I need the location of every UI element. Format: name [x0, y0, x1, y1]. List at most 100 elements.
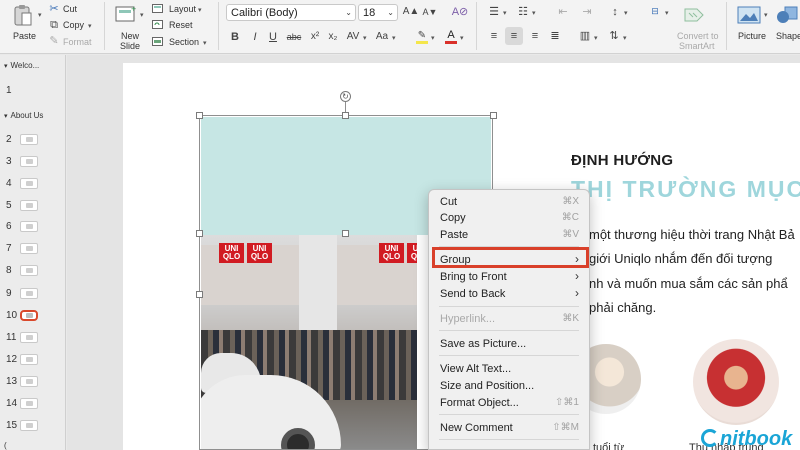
shapes-button[interactable]: Shapes: [776, 30, 800, 42]
copy-icon[interactable]: ⧉: [48, 19, 60, 31]
align-center-icon[interactable]: ≡: [505, 27, 523, 45]
font-size-select[interactable]: 18 ⌄: [358, 4, 398, 21]
scissors-icon[interactable]: ✂: [48, 3, 60, 15]
section-header-about-us[interactable]: ▾ About Us: [4, 111, 43, 120]
layout-icon[interactable]: [151, 3, 163, 13]
body-text-line[interactable]: phải chăng.: [589, 300, 656, 316]
slide-thumbnail[interactable]: 5: [0, 197, 66, 217]
bold-button[interactable]: B: [229, 31, 241, 43]
menu-item-paste[interactable]: Paste ⌘V: [429, 227, 589, 243]
menu-item-group[interactable]: Group ›: [429, 252, 589, 268]
columns-dropdown-icon[interactable]: ▾: [594, 33, 598, 45]
menu-item-copy[interactable]: Copy ⌘C: [429, 210, 589, 226]
decrease-indent-icon[interactable]: ⇤: [556, 5, 570, 19]
font-color-dropdown-icon[interactable]: ▾: [460, 33, 464, 45]
grow-font-icon[interactable]: A▲: [403, 6, 420, 18]
paste-icon[interactable]: [10, 3, 36, 29]
font-name-select[interactable]: Calibri (Body) ⌄: [226, 4, 356, 21]
slide-subheading[interactable]: THỊ TRƯỜNG MỤC TI: [571, 176, 800, 203]
highlight-dropdown-icon[interactable]: ▾: [431, 33, 435, 45]
picture-icon[interactable]: [736, 5, 762, 25]
text-direction-dropdown-icon[interactable]: ▾: [623, 33, 627, 45]
bullets-dropdown-icon[interactable]: ▾: [503, 8, 507, 20]
convert-smartart-line2[interactable]: SmartArt: [679, 40, 715, 52]
slide-thumbnail[interactable]: 8: [0, 262, 66, 282]
body-text-line[interactable]: một thương hiệu thời trang Nhật Bả: [589, 227, 795, 243]
align-right-icon[interactable]: ≡: [528, 29, 542, 43]
slide-thumbnail[interactable]: 2: [0, 131, 66, 151]
body-text-line[interactable]: giới Uniqlo nhắm đến đối tượng: [589, 251, 772, 267]
text-box-icon[interactable]: ⊟: [647, 5, 663, 17]
layout-dropdown-icon[interactable]: ▾: [198, 5, 202, 17]
resize-handle[interactable]: [196, 112, 203, 119]
slide-thumbnail[interactable]: 9: [0, 285, 66, 305]
change-case-button[interactable]: Aa: [374, 31, 390, 43]
slide-thumbnail[interactable]: 4: [0, 175, 66, 195]
slide-thumbnail[interactable]: 13: [0, 373, 66, 393]
store-photo[interactable]: UNI QLO UNI QLO UNI QLO UNI QLO: [201, 235, 417, 450]
resize-handle[interactable]: [342, 230, 349, 237]
resize-handle[interactable]: [196, 291, 203, 298]
menu-item-hyperlink[interactable]: Hyperlink... ⌘K: [429, 311, 589, 327]
menu-item-format-object[interactable]: Format Object... ⇧⌘1: [429, 395, 589, 411]
underline-button[interactable]: U: [268, 31, 278, 43]
char-spacing-dropdown-icon[interactable]: ▾: [363, 33, 367, 45]
copy-dropdown-icon[interactable]: ▾: [88, 21, 92, 33]
paste-dropdown-icon[interactable]: ▾: [38, 10, 42, 22]
copy-button[interactable]: Copy: [63, 19, 84, 31]
change-case-dropdown-icon[interactable]: ▾: [392, 33, 396, 45]
strikethrough-button[interactable]: abc: [285, 31, 303, 43]
menu-item-cut[interactable]: Cut ⌘X: [429, 194, 589, 210]
menu-item-save-as-picture[interactable]: Save as Picture...: [429, 336, 589, 352]
layout-button[interactable]: Layout: [169, 3, 196, 15]
slide-thumbnail[interactable]: 14: [0, 395, 66, 415]
text-box-dropdown-icon[interactable]: ▾: [665, 8, 669, 20]
resize-handle[interactable]: [342, 112, 349, 119]
section-dropdown-icon[interactable]: ▾: [203, 38, 207, 50]
menu-item-send-to-back[interactable]: Send to Back ›: [429, 286, 589, 302]
text-direction-icon[interactable]: ⇅: [607, 29, 621, 43]
shrink-font-icon[interactable]: A▼: [422, 6, 438, 18]
bullets-icon[interactable]: ☰: [486, 5, 502, 19]
body-text-line[interactable]: nh và muốn mua sắm các sản phẩ: [589, 276, 788, 292]
smartart-icon[interactable]: [682, 4, 706, 26]
slide-thumbnail[interactable]: 7: [0, 240, 66, 260]
resize-handle[interactable]: [196, 230, 203, 237]
slide-thumbnail-selected[interactable]: 10: [0, 307, 66, 327]
superscript-button[interactable]: x²: [309, 31, 321, 43]
highlight-pen-icon[interactable]: ✎: [415, 29, 429, 45]
character-spacing-button[interactable]: AV: [345, 31, 361, 43]
reset-button[interactable]: Reset: [169, 19, 193, 31]
avatar-photo[interactable]: [693, 339, 779, 425]
numbering-dropdown-icon[interactable]: ▾: [532, 8, 536, 20]
reset-icon[interactable]: [151, 19, 163, 29]
rotate-handle-icon[interactable]: ↻: [340, 91, 351, 102]
menu-item-view-alt-text[interactable]: View Alt Text...: [429, 361, 589, 377]
italic-button[interactable]: I: [250, 31, 260, 43]
format-painter-button[interactable]: Format: [63, 36, 92, 48]
format-painter-icon[interactable]: ✎: [48, 35, 60, 47]
increase-indent-icon[interactable]: ⇥: [580, 5, 594, 19]
new-slide-label-line2[interactable]: Slide: [120, 40, 140, 52]
slide-thumbnail[interactable]: 11: [0, 329, 66, 349]
section-header-partial[interactable]: (: [4, 441, 7, 450]
slide-thumbnail[interactable]: 12: [0, 351, 66, 371]
section-button[interactable]: Section: [169, 36, 199, 48]
cut-button[interactable]: Cut: [63, 3, 77, 15]
clear-formatting-icon[interactable]: A⊘: [451, 5, 469, 19]
slide-thumbnail[interactable]: 6: [0, 218, 66, 238]
slide-thumbnail[interactable]: 3: [0, 153, 66, 173]
section-header-welcome[interactable]: ▾ Welco...: [4, 61, 39, 70]
picture-dropdown-icon[interactable]: ▾: [764, 10, 768, 22]
justify-icon[interactable]: ≣: [548, 29, 562, 43]
line-spacing-icon[interactable]: ↕: [608, 5, 622, 19]
menu-item-new-comment[interactable]: New Comment ⇧⌘M: [429, 420, 589, 436]
new-slide-dropdown-icon[interactable]: ▾: [140, 10, 144, 22]
font-color-icon[interactable]: A: [444, 29, 458, 45]
numbering-icon[interactable]: ☷: [515, 5, 531, 19]
subscript-button[interactable]: x₂: [327, 31, 339, 43]
avatar-caption[interactable]: tuổi từ: [593, 442, 624, 450]
section-icon[interactable]: [151, 36, 163, 46]
slide-thumbnail[interactable]: 15: [0, 417, 66, 437]
paste-button[interactable]: Paste: [13, 30, 36, 42]
